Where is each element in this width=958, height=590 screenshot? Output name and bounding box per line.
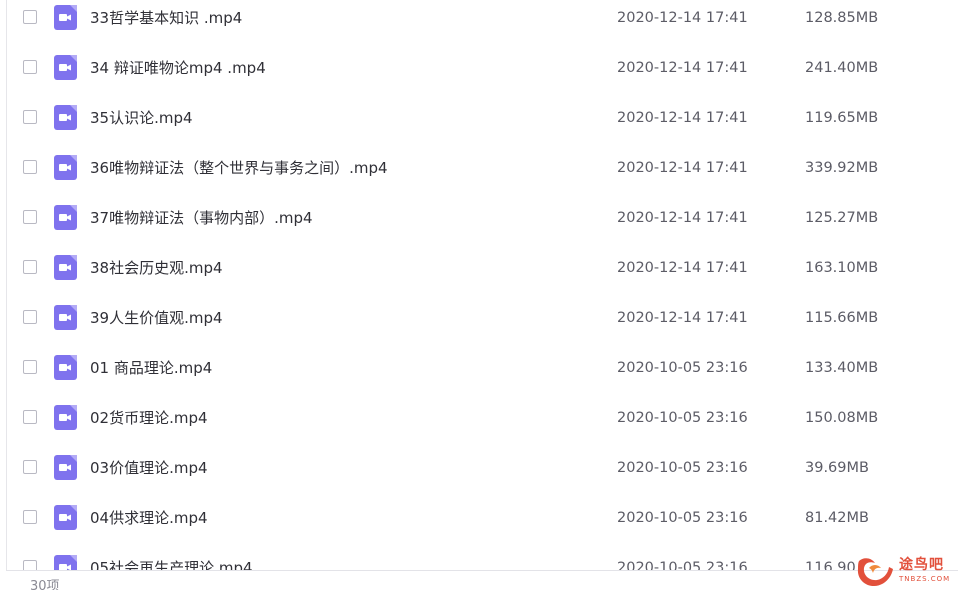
file-date: 2020-10-05 23:16 — [617, 410, 748, 426]
file-date: 2020-10-05 23:16 — [617, 510, 748, 526]
file-size: 115.66MB — [805, 310, 879, 326]
file-size: 339.92MB — [805, 160, 879, 176]
file-size: 119.65MB — [805, 110, 879, 126]
file-name[interactable]: 33哲学基本知识 .mp4 — [90, 9, 242, 27]
file-row[interactable]: 03价值理论.mp4 2020-10-05 23:16 39.69MB — [0, 450, 958, 500]
video-file-icon — [54, 205, 77, 230]
file-name[interactable]: 35认识论.mp4 — [90, 109, 193, 127]
file-name[interactable]: 36唯物辩证法（整个世界与事务之间）.mp4 — [90, 159, 388, 177]
row-checkbox[interactable] — [23, 460, 37, 474]
file-size: 150.08MB — [805, 410, 879, 426]
row-checkbox[interactable] — [23, 410, 37, 424]
file-date: 2020-12-14 17:41 — [617, 260, 748, 276]
file-size: 39.69MB — [805, 460, 869, 476]
file-date: 2020-10-05 23:16 — [617, 460, 748, 476]
video-file-icon — [54, 505, 77, 530]
video-file-icon — [54, 5, 77, 30]
row-checkbox[interactable] — [23, 310, 37, 324]
video-file-icon — [54, 105, 77, 130]
row-checkbox[interactable] — [23, 60, 37, 74]
row-checkbox[interactable] — [23, 110, 37, 124]
file-name[interactable]: 05社会再生产理论.mp4 — [90, 559, 253, 570]
file-name[interactable]: 02货币理论.mp4 — [90, 409, 208, 427]
watermark-logo: 途鸟吧 TNBZS.COM — [855, 555, 955, 589]
file-date: 2020-10-05 23:16 — [617, 560, 748, 570]
file-row[interactable]: 34 辩证唯物论mp4 .mp4 2020-12-14 17:41 241.40… — [0, 50, 958, 100]
file-name[interactable]: 38社会历史观.mp4 — [90, 259, 223, 277]
file-size: 241.40MB — [805, 60, 879, 76]
file-row[interactable]: 36唯物辩证法（整个世界与事务之间）.mp4 2020-12-14 17:41 … — [0, 150, 958, 200]
row-checkbox[interactable] — [23, 260, 37, 274]
file-row[interactable]: 04供求理论.mp4 2020-10-05 23:16 81.42MB — [0, 500, 958, 550]
row-checkbox[interactable] — [23, 10, 37, 24]
video-file-icon — [54, 255, 77, 280]
file-date: 2020-12-14 17:41 — [617, 310, 748, 326]
video-file-icon — [54, 55, 77, 80]
file-row[interactable]: 38社会历史观.mp4 2020-12-14 17:41 163.10MB — [0, 250, 958, 300]
watermark-subtext: TNBZS.COM — [899, 575, 951, 583]
file-name[interactable]: 37唯物辩证法（事物内部）.mp4 — [90, 209, 313, 227]
video-file-icon — [54, 455, 77, 480]
file-row[interactable]: 01 商品理论.mp4 2020-10-05 23:16 133.40MB — [0, 350, 958, 400]
video-file-icon — [54, 155, 77, 180]
file-list: 33哲学基本知识 .mp4 2020-12-14 17:41 128.85MB … — [0, 0, 958, 570]
file-name[interactable]: 04供求理论.mp4 — [90, 509, 208, 527]
video-file-icon — [54, 355, 77, 380]
file-row[interactable]: 37唯物辩证法（事物内部）.mp4 2020-12-14 17:41 125.2… — [0, 200, 958, 250]
file-size: 133.40MB — [805, 360, 879, 376]
video-file-icon — [54, 305, 77, 330]
file-name[interactable]: 39人生价值观.mp4 — [90, 309, 223, 327]
file-row[interactable]: 35认识论.mp4 2020-12-14 17:41 119.65MB — [0, 100, 958, 150]
video-file-icon — [54, 405, 77, 430]
file-row[interactable]: 05社会再生产理论.mp4 2020-10-05 23:16 116.90 — [0, 550, 958, 570]
status-footer: 30项 — [6, 570, 958, 590]
file-size: 125.27MB — [805, 210, 879, 226]
file-size: 128.85MB — [805, 10, 879, 26]
bird-logo-icon — [857, 558, 893, 586]
file-row[interactable]: 02货币理论.mp4 2020-10-05 23:16 150.08MB — [0, 400, 958, 450]
file-name[interactable]: 01 商品理论.mp4 — [90, 359, 212, 377]
file-date: 2020-12-14 17:41 — [617, 160, 748, 176]
watermark-text: 途鸟吧 — [899, 557, 944, 573]
row-checkbox[interactable] — [23, 160, 37, 174]
file-date: 2020-12-14 17:41 — [617, 210, 748, 226]
file-size: 81.42MB — [805, 510, 869, 526]
file-row[interactable]: 33哲学基本知识 .mp4 2020-12-14 17:41 128.85MB — [0, 0, 958, 50]
row-checkbox[interactable] — [23, 210, 37, 224]
file-size: 116.90 — [805, 560, 856, 570]
file-name[interactable]: 03价值理论.mp4 — [90, 459, 208, 477]
file-date: 2020-12-14 17:41 — [617, 110, 748, 126]
file-date: 2020-12-14 17:41 — [617, 10, 748, 26]
row-checkbox[interactable] — [23, 510, 37, 524]
file-name[interactable]: 34 辩证唯物论mp4 .mp4 — [90, 59, 266, 77]
video-file-icon — [54, 555, 77, 570]
file-row[interactable]: 39人生价值观.mp4 2020-12-14 17:41 115.66MB — [0, 300, 958, 350]
item-count: 30项 — [30, 579, 60, 590]
file-date: 2020-10-05 23:16 — [617, 360, 748, 376]
row-checkbox[interactable] — [23, 560, 37, 570]
file-manager-window: 33哲学基本知识 .mp4 2020-12-14 17:41 128.85MB … — [0, 0, 958, 590]
file-date: 2020-12-14 17:41 — [617, 60, 748, 76]
file-size: 163.10MB — [805, 260, 879, 276]
row-checkbox[interactable] — [23, 360, 37, 374]
